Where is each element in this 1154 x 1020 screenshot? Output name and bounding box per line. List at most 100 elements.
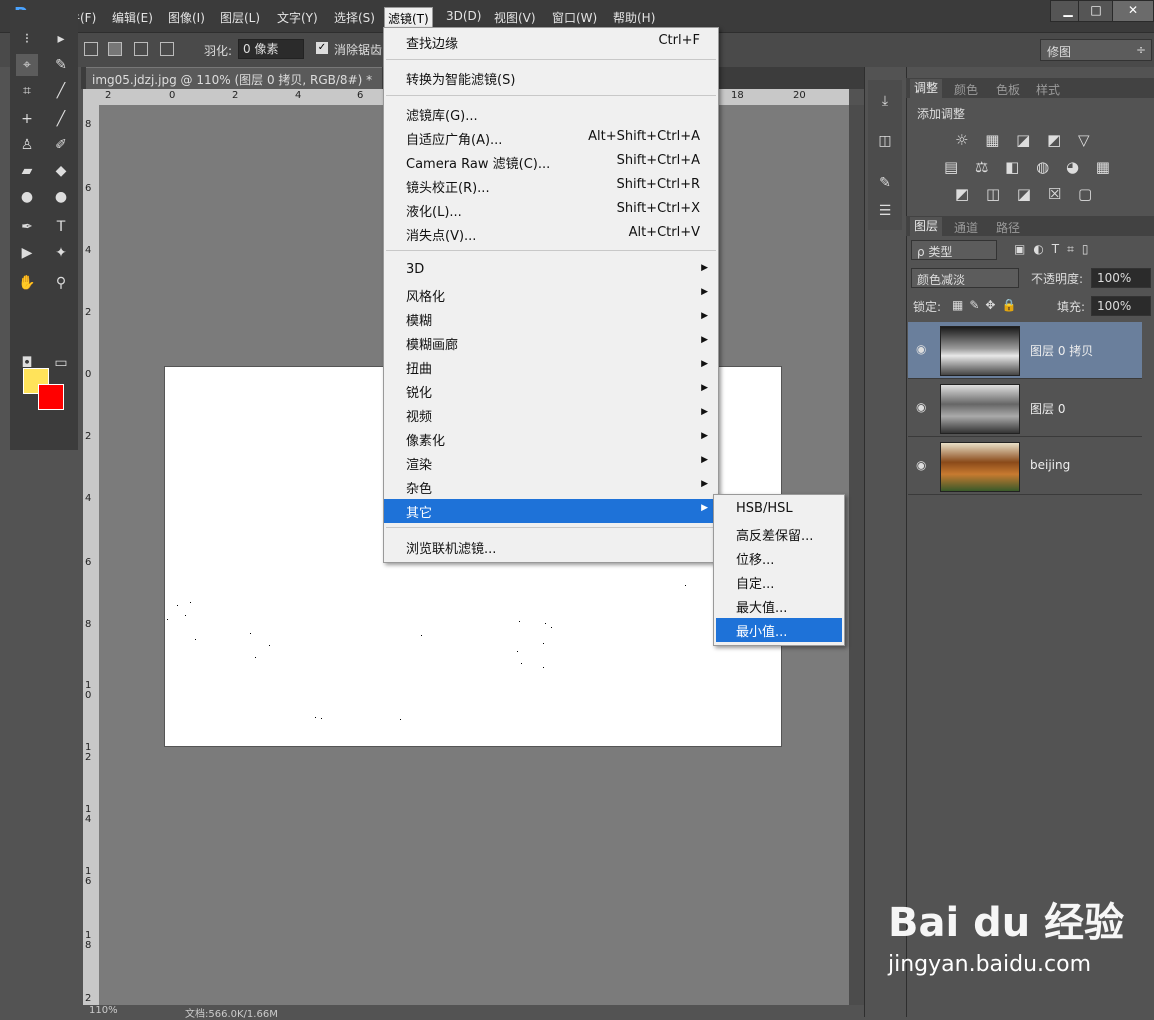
submenu-item-maximum[interactable]: 最大值... bbox=[716, 594, 842, 618]
ruler-label: 2 bbox=[85, 431, 92, 442]
close-button[interactable]: ✕ bbox=[1112, 0, 1154, 22]
move-icon[interactable]: ⁝ bbox=[16, 28, 38, 50]
opacity-input[interactable]: 100% bbox=[1091, 268, 1151, 288]
visibility-eye-icon[interactable]: ◉ bbox=[916, 458, 926, 472]
menu-select[interactable]: 选择(S) bbox=[334, 9, 375, 26]
menu-item-noise[interactable]: 杂色 ▶ bbox=[384, 475, 718, 499]
menu-window[interactable]: 窗口(W) bbox=[552, 9, 597, 26]
tab-adjustments[interactable]: 调整 bbox=[910, 79, 943, 98]
menu-item-liquify[interactable]: 液化(L)... Shift+Ctrl+X bbox=[384, 198, 718, 222]
fill-input[interactable]: 100% bbox=[1091, 296, 1151, 316]
menu-layer[interactable]: 图层(L) bbox=[220, 9, 260, 26]
screen-mode-icon[interactable]: ▭ bbox=[50, 352, 72, 374]
menu-type[interactable]: 文字(Y) bbox=[277, 9, 318, 26]
menu-image[interactable]: 图像(I) bbox=[168, 9, 205, 26]
tab-styles[interactable]: 样式 bbox=[1036, 81, 1060, 98]
adjust-panel-icon[interactable]: ☰ bbox=[874, 200, 896, 222]
intersect-selection-icon[interactable] bbox=[160, 42, 174, 56]
layer-row[interactable]: ◉ 图层 0 bbox=[908, 380, 1142, 437]
submenu-item-high-pass[interactable]: 高反差保留... bbox=[716, 522, 842, 546]
menu-3d[interactable]: 3D(D) bbox=[446, 9, 481, 23]
zoom-icon[interactable]: ⚲ bbox=[50, 272, 72, 294]
menu-item-camera-raw[interactable]: Camera Raw 滤镜(C)... Shift+Ctrl+A bbox=[384, 150, 718, 174]
background-color-swatch[interactable] bbox=[38, 384, 64, 410]
layer-row[interactable]: ◉ beijing bbox=[908, 438, 1142, 495]
menu-edit[interactable]: 编辑(E) bbox=[112, 9, 153, 26]
eraser-icon[interactable]: ▰ bbox=[16, 160, 38, 182]
vertical-scrollbar[interactable] bbox=[849, 105, 864, 1005]
layer-row[interactable]: ◉ 图层 0 拷贝 bbox=[908, 322, 1142, 379]
menu-help[interactable]: 帮助(H) bbox=[613, 9, 655, 26]
artboard-icon[interactable]: ▸ bbox=[50, 28, 72, 50]
hand-icon[interactable]: ✋ bbox=[16, 272, 38, 294]
menu-item-video[interactable]: 视频 ▶ bbox=[384, 403, 718, 427]
workspace-select[interactable]: 修图 ÷ bbox=[1040, 39, 1152, 61]
document-tab[interactable]: img05.jdzj.jpg @ 110% (图层 0 拷贝, RGB/8#) … bbox=[86, 67, 382, 90]
menu-item-filter-gallery[interactable]: 滤镜库(G)... bbox=[384, 102, 718, 126]
quick-select-icon[interactable]: ✎ bbox=[50, 54, 72, 76]
menu-item-3d[interactable]: 3D ▶ bbox=[384, 259, 718, 283]
layer-filter-select[interactable]: ρ 类型 bbox=[911, 240, 997, 260]
submenu-item-custom[interactable]: 自定... bbox=[716, 570, 842, 594]
maximize-button[interactable]: □ bbox=[1078, 0, 1114, 22]
menu-item-distort[interactable]: 扭曲 ▶ bbox=[384, 355, 718, 379]
submenu-item-offset[interactable]: 位移... bbox=[716, 546, 842, 570]
menu-item-adaptive-wide-angle[interactable]: 自适应广角(A)... Alt+Shift+Ctrl+A bbox=[384, 126, 718, 150]
visibility-eye-icon[interactable]: ◉ bbox=[916, 342, 926, 356]
submenu-item-minimum[interactable]: 最小值... bbox=[716, 618, 842, 642]
menu-view[interactable]: 视图(V) bbox=[494, 9, 536, 26]
pen-icon[interactable]: ✒ bbox=[16, 216, 38, 238]
tab-channels[interactable]: 通道 bbox=[954, 219, 978, 236]
menu-item-pixelate[interactable]: 像素化 ▶ bbox=[384, 427, 718, 451]
tab-paths[interactable]: 路径 bbox=[996, 219, 1020, 236]
adjustment-icons-row3[interactable]: ◩ ◫ ◪ ☒ ▢ bbox=[955, 185, 1098, 203]
watermark-url: jingyan.baidu.com bbox=[888, 952, 1092, 977]
shape-icon[interactable]: ✦ bbox=[50, 242, 72, 264]
menu-item-browse-online-filters[interactable]: 浏览联机滤镜... bbox=[384, 535, 718, 559]
vertical-ruler[interactable]: 8 6 4 2 0 2 4 6 8 1 0 1 2 1 4 1 6 1 8 2 bbox=[83, 105, 99, 1005]
menu-item-render[interactable]: 渲染 ▶ bbox=[384, 451, 718, 475]
dodge-icon[interactable]: ● bbox=[50, 186, 72, 208]
menu-item-other[interactable]: 其它 ▶ bbox=[384, 499, 718, 523]
feather-input[interactable]: 0 像素 bbox=[238, 39, 304, 59]
menu-item-stylize[interactable]: 风格化 ▶ bbox=[384, 283, 718, 307]
zoom-level[interactable]: 110% bbox=[89, 1005, 118, 1016]
lasso-tool-icon[interactable]: ⌖ bbox=[16, 54, 38, 76]
menu-item-sharpen[interactable]: 锐化 ▶ bbox=[384, 379, 718, 403]
menu-item-blur[interactable]: 模糊 ▶ bbox=[384, 307, 718, 331]
subtract-selection-icon[interactable] bbox=[134, 42, 148, 56]
healing-brush-icon[interactable]: + bbox=[16, 108, 38, 130]
tab-swatches[interactable]: 色板 bbox=[996, 81, 1020, 98]
layer-filter-icons[interactable]: ▣◐T⌗▯ bbox=[1014, 242, 1097, 257]
submenu-item-hsb-hsl[interactable]: HSB/HSL bbox=[716, 498, 842, 522]
clone-stamp-icon[interactable]: ♙ bbox=[16, 134, 38, 156]
crop-icon[interactable]: ⌗ bbox=[16, 80, 38, 102]
blend-mode-select[interactable]: 颜色减淡 bbox=[911, 268, 1019, 288]
visibility-eye-icon[interactable]: ◉ bbox=[916, 400, 926, 414]
menu-item-blur-gallery[interactable]: 模糊画廊 ▶ bbox=[384, 331, 718, 355]
menu-item-convert-smart-filter[interactable]: 转换为智能滤镜(S) bbox=[384, 66, 718, 90]
blur-icon[interactable]: ● bbox=[16, 186, 38, 208]
history-panel-icon[interactable]: ⤓ bbox=[874, 90, 896, 112]
eyedropper-icon[interactable]: ╱ bbox=[50, 80, 72, 102]
brush-icon[interactable]: ╱ bbox=[50, 108, 72, 130]
history-brush-icon[interactable]: ✐ bbox=[50, 134, 72, 156]
adjustment-icons-row1[interactable]: ☼ ▦ ◪ ◩ ▽ bbox=[955, 131, 1096, 149]
menu-item-vanishing-point[interactable]: 消失点(V)... Alt+Ctrl+V bbox=[384, 222, 718, 246]
menu-item-lens-correction[interactable]: 镜头校正(R)... Shift+Ctrl+R bbox=[384, 174, 718, 198]
menu-item-find-edges[interactable]: 查找边缘 Ctrl+F bbox=[384, 30, 718, 54]
new-selection-icon[interactable] bbox=[84, 42, 98, 56]
lock-icons[interactable]: ▦✎✥🔒 bbox=[952, 298, 1022, 312]
tab-layers[interactable]: 图层 bbox=[910, 217, 943, 236]
tab-color[interactable]: 颜色 bbox=[954, 81, 978, 98]
path-select-icon[interactable]: ▶ bbox=[16, 242, 38, 264]
brush-panel-icon[interactable]: ✎ bbox=[874, 172, 896, 194]
type-icon[interactable]: T bbox=[50, 216, 72, 238]
doc-size[interactable]: 文档:566.0K/1.66M bbox=[185, 1005, 278, 1020]
add-selection-icon[interactable] bbox=[108, 42, 122, 56]
properties-panel-icon[interactable]: ◫ bbox=[874, 130, 896, 152]
paint-bucket-icon[interactable]: ◆ bbox=[50, 160, 72, 182]
ruler-origin[interactable] bbox=[83, 89, 99, 105]
adjustment-icons-row2[interactable]: ▤ ⚖ ◧ ◍ ◕ ▦ bbox=[944, 158, 1116, 176]
antialias-checkbox[interactable]: ✓ bbox=[316, 42, 328, 54]
